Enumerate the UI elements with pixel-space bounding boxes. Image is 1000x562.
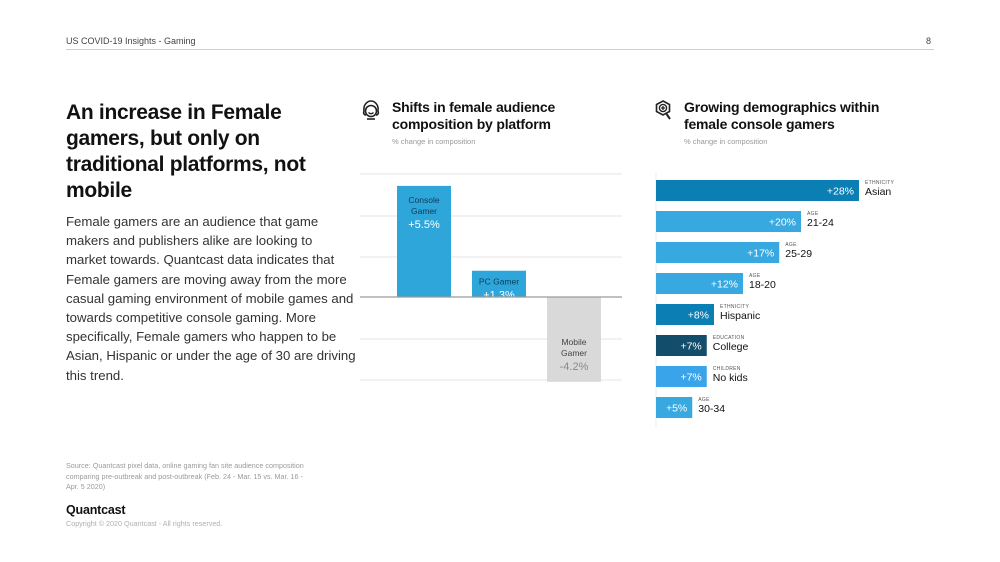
bar-value-label: +7%: [680, 372, 701, 384]
source-note: Source: Quantcast pixel data, online gam…: [66, 461, 304, 491]
bar-category-label: PC Gamer: [479, 277, 519, 287]
chart2-subtitle: % change in composition: [684, 137, 768, 146]
bar-value-label: -4.2%: [560, 361, 589, 373]
platform-shift-chart: ConsoleGamer+5.5%PC Gamer+1.3%MobileGame…: [360, 173, 622, 382]
chart1-title: Shifts in female audience composition by…: [392, 99, 556, 132]
bar-value-label: +12%: [711, 279, 738, 291]
report-title: US COVID-19 Insights - Gaming: [66, 36, 196, 46]
bar-category-label: Gamer: [411, 206, 437, 216]
bar-category-label: 21-24: [807, 217, 834, 229]
bar-category-label: Console: [408, 195, 439, 205]
bar-category-label: 18-20: [749, 279, 776, 291]
bar-value-label: +8%: [688, 310, 709, 322]
bar-category-label: Hispanic: [720, 310, 760, 322]
bar-value-label: +5.5%: [408, 219, 440, 231]
bar-value-label: +5%: [666, 403, 687, 415]
bar-category-label: Gamer: [561, 348, 587, 358]
quantcast-logo: Quantcast: [66, 503, 126, 517]
headline: An increase in Female gamers, but only o…: [66, 101, 306, 202]
bar-value-label: +28%: [827, 186, 854, 198]
chart2-title: Growing demographics within female conso…: [684, 99, 880, 132]
page-number: 8: [926, 36, 932, 46]
bar-category-label: College: [713, 341, 749, 353]
chart1-subtitle: % change in composition: [392, 137, 476, 146]
body-text: Female gamers are an audience that game …: [66, 214, 356, 383]
bar-category-label: Asian: [865, 186, 891, 198]
bar-value-label: +1.3%: [483, 290, 515, 302]
magnifier-plus-icon: [655, 100, 671, 120]
bar-category-label: Mobile: [561, 337, 586, 347]
bar-category-label: 30-34: [698, 403, 725, 415]
bar-value-label: +20%: [769, 217, 796, 229]
bar-category-label: 25-29: [785, 248, 812, 260]
bar-value-label: +7%: [680, 341, 701, 353]
female-face-icon: [362, 100, 380, 120]
copyright: Copyright © 2020 Quantcast - All rights …: [66, 519, 223, 528]
bar-value-label: +17%: [747, 248, 774, 260]
demographics-chart: +28%ETHNICITYAsian+20%AGE21-24+17%AGE25-…: [655, 172, 894, 428]
bar-category-label: No kids: [713, 372, 748, 384]
header-divider: [66, 49, 934, 50]
